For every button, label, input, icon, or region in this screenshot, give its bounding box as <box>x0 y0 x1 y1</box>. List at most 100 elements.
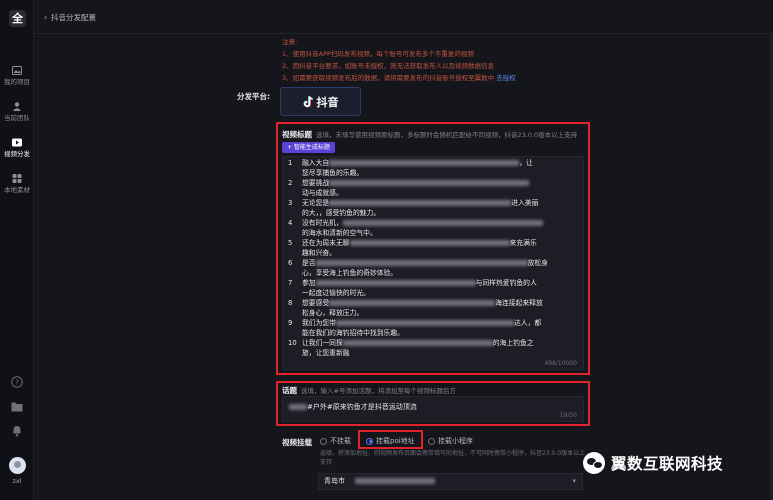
topics-input[interactable]: #户外#原来钓鱼才是抖音运动顶流 19/50 <box>282 396 584 422</box>
redacted-text <box>329 200 512 206</box>
sidebar-item-label: 当前团队 <box>4 114 30 122</box>
title-text: 的海水和清新的空气中。 <box>302 229 377 237</box>
redacted-text <box>329 180 530 186</box>
page-title: 抖音分发配置 <box>51 13 96 22</box>
image-icon <box>12 66 22 75</box>
avatar[interactable] <box>9 457 26 474</box>
platform-name: 抖音 <box>316 95 339 109</box>
user-icon <box>13 102 21 111</box>
title-text: 趣和兴奋。 <box>302 249 336 257</box>
title-text: 与同样热爱钓鱼的人 <box>475 279 537 287</box>
chevron-down-icon: ▾ <box>572 477 576 485</box>
wechat-icon <box>583 452 605 474</box>
sidebar-item-local-assets[interactable]: 本地素材 <box>0 174 34 194</box>
video-title-header: 视频标题 选填，未填写使用视频原标题，多标题时会随机匹配给不同视频，抖音23.0.… <box>282 129 577 140</box>
title-text: 融入大自 <box>302 159 330 167</box>
video-titles-textarea[interactable]: 1 融入大自 ，让 您尽享捕鱼的乐趣。 2 想要挑战 动与成就感。 3 无论您是 进入美… <box>282 156 584 370</box>
title-text: ，让 <box>519 159 533 167</box>
redacted-text <box>289 404 307 410</box>
video-mount-label: 视频挂载 <box>282 438 312 447</box>
douyin-platform-button[interactable]: 抖音 <box>280 87 361 116</box>
radio-circle <box>428 437 435 445</box>
topics-header: 话题 选填，输入#号添加话题，将添加至每个视频标题后方 <box>282 385 456 396</box>
row-number: 2 <box>288 179 293 187</box>
watermark: 翼数互联网科技 <box>583 452 723 474</box>
video-icon <box>12 138 22 147</box>
redacted-text <box>329 300 496 306</box>
title-text: 能在我们的海钓招待中找到乐趣。 <box>302 329 404 337</box>
authorize-link[interactable]: 去授权 <box>496 74 516 82</box>
city-value: 青岛市 <box>324 477 345 485</box>
title-text: 的海上钓鱼之 <box>492 339 534 347</box>
row-number: 8 <box>288 299 293 307</box>
redacted-text <box>335 320 514 326</box>
redacted-text <box>315 260 528 266</box>
row-number: 9 <box>288 319 293 327</box>
title-text: 我们为您带 <box>302 319 336 327</box>
radio-mount-poi[interactable]: 挂载poi地址 <box>366 436 415 446</box>
sidebar-item-label: 视频分发 <box>4 150 30 158</box>
title-text: 无论您是 <box>302 199 330 207</box>
redacted-text <box>355 478 436 484</box>
sidebar-item-team[interactable]: 当前团队 <box>0 102 34 122</box>
redacted-text <box>329 160 520 166</box>
row-number: 5 <box>288 239 293 247</box>
title-text: 来充满乐 <box>509 239 537 247</box>
title-text: 海连接起来释放 <box>495 299 543 307</box>
sidebar-item-video-distribution[interactable]: 视频分发 <box>0 138 34 158</box>
row-number: 4 <box>288 219 293 227</box>
radio-no-mount[interactable]: 不挂载 <box>320 436 351 446</box>
title-text: 还在为周末无聊 <box>302 239 350 247</box>
redacted-text <box>349 240 510 246</box>
ai-generate-title-button[interactable]: + 智能生成标题 <box>282 142 335 153</box>
poi-city-select[interactable]: 青岛市 ▾ <box>318 473 583 490</box>
notice-title: 注意: <box>282 38 298 46</box>
title-text: 的大，，感受钓鱼的魅力。 <box>302 209 381 217</box>
username: zxl <box>12 477 22 485</box>
radio-label: 不挂载 <box>330 437 351 445</box>
header: ‹ 抖音分发配置 <box>34 0 773 34</box>
row-number: 3 <box>288 199 293 207</box>
title-text: 进入美丽 <box>511 199 539 207</box>
help-icon[interactable]: ? <box>11 376 23 388</box>
distribution-label: 分发平台: <box>237 92 270 101</box>
notice-line: 2、因抖音平台要求，如账号未授权，则无法获取发布人以及视频数据信息 <box>282 62 495 70</box>
topics-label: 话题 <box>282 386 297 395</box>
topics-hint: 选填，输入#号添加话题，将添加至每个视频标题后方 <box>301 387 456 395</box>
breadcrumb[interactable]: ‹ 抖音分发配置 <box>44 12 96 23</box>
notice-line: 3、如需要获取视频发布后的数据，请将需要发布的抖音账号授权至翼数中 <box>282 74 495 82</box>
title-text: 旅，让您重新融 <box>302 349 350 357</box>
topics-value: #户外#原来钓鱼才是抖音运动顶流 <box>289 402 417 412</box>
title-text: 没有时光机， <box>302 219 343 227</box>
notice: 注意: 1、使用抖音APP扫码发布视频，每个账号可发布多个不重复的视频 2、因抖… <box>282 36 516 84</box>
redacted-text <box>315 280 476 286</box>
notice-line: 1、使用抖音APP扫码发布视频，每个账号可发布多个不重复的视频 <box>282 50 474 58</box>
chevron-left-icon: ‹ <box>44 13 47 22</box>
radio-circle <box>366 437 373 445</box>
sidebar-item-label: 我的项目 <box>4 78 30 86</box>
redacted-text <box>342 220 543 226</box>
bell-icon[interactable] <box>11 425 23 437</box>
folder-icon[interactable] <box>11 401 23 412</box>
grid-icon <box>12 174 22 183</box>
row-number: 7 <box>288 279 293 287</box>
title-text: 心，享受海上钓鱼的奇妙体验。 <box>302 269 398 277</box>
row-number: 1 <box>288 159 293 167</box>
app-logo[interactable]: 全 <box>9 10 26 27</box>
title-text: 放松身 <box>527 259 548 267</box>
topics-char-counter: 19/50 <box>559 412 577 419</box>
title-text: 是否 <box>302 259 316 267</box>
video-mount-hint: 选填，将添加地址，则视频发布页面会携带填写的地址，不可同时携带小程序，抖音23.… <box>320 450 586 466</box>
radio-mount-miniapp[interactable]: 挂载小程序 <box>428 436 473 446</box>
svg-text:?: ? <box>15 379 19 387</box>
sidebar-item-label: 本地素材 <box>4 186 30 194</box>
title-text: 让我们一同探 <box>302 339 343 347</box>
title-text: 参加 <box>302 279 316 287</box>
douyin-logo-icon <box>303 95 313 107</box>
sidebar-item-my-projects[interactable]: 我的项目 <box>0 66 34 86</box>
radio-circle <box>320 437 327 445</box>
radio-label: 挂载小程序 <box>438 437 473 445</box>
sidebar: 全 我的项目 当前团队 视频分发 本地素材 ? zxl <box>0 0 34 500</box>
video-title-label: 视频标题 <box>282 130 312 139</box>
redacted-text <box>342 340 493 346</box>
